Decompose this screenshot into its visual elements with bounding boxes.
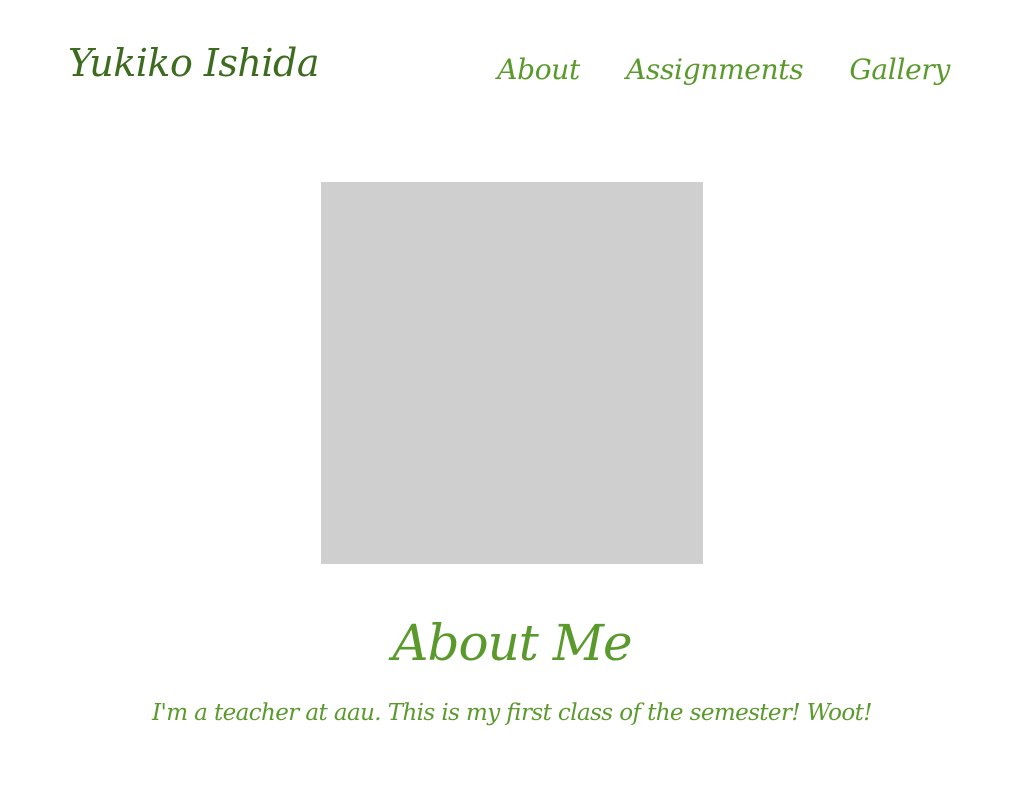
nav-link-about[interactable]: About [497, 56, 580, 84]
about-heading: About Me [392, 614, 632, 672]
main-nav: About Assignments Gallery [497, 56, 950, 84]
about-description: I'm a teacher at aau. This is my first c… [152, 700, 873, 726]
nav-link-gallery[interactable]: Gallery [849, 56, 950, 84]
profile-photo-placeholder [321, 182, 703, 564]
nav-link-assignments[interactable]: Assignments [626, 56, 804, 84]
site-title[interactable]: Yukiko Ishida [68, 44, 320, 82]
